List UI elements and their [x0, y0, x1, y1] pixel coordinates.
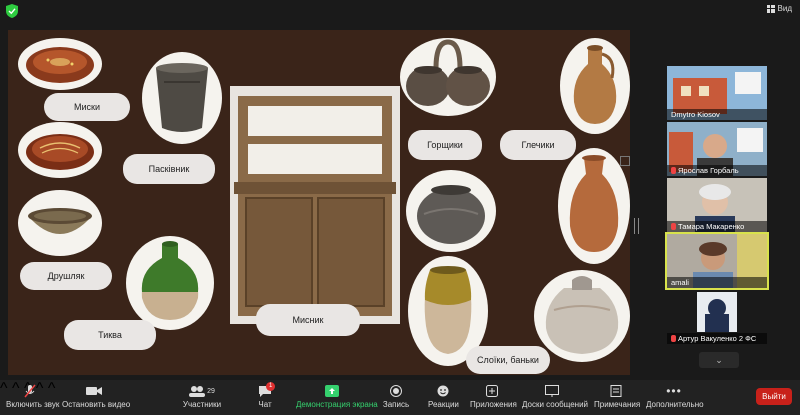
video-camera-icon [86, 387, 102, 395]
label-pots: Горщики [408, 130, 482, 160]
muted-mic-icon [671, 167, 676, 174]
participant-name: Ярослав Горбаль [667, 165, 767, 176]
grid-icon [766, 4, 775, 13]
chat-label: Чат [258, 400, 272, 409]
unmute-button[interactable]: Включить звук [6, 382, 60, 410]
participant-tile[interactable]: Ярослав Горбаль [667, 122, 767, 176]
shared-screen: Миски Пасківник Друшляк Тиква Мисник Гор… [0, 22, 660, 380]
bowl-image-2 [18, 122, 102, 178]
reactions-icon [437, 385, 449, 397]
unmute-label: Включить звук [6, 400, 60, 409]
label-gourd: Тиква [64, 320, 156, 350]
bowl-image-1 [18, 38, 102, 90]
participant-name: Dmytro Kiosov [667, 109, 767, 120]
muted-mic-icon [24, 384, 36, 398]
participant-name-text: Артур Вакуленко 2 ФС [678, 334, 757, 343]
apps-button[interactable]: Приложения [470, 382, 517, 410]
label-jugs: Глечики [500, 130, 576, 160]
record-button[interactable]: Запись [382, 382, 410, 410]
jug-image-1 [560, 38, 630, 134]
label-bowls: Миски [44, 93, 130, 121]
participant-tile-active-speaker[interactable]: amali [665, 232, 769, 290]
gallery-next-button[interactable]: ⌄ [699, 352, 739, 368]
resize-handle[interactable] [634, 218, 639, 234]
label-colander: Друшляк [20, 262, 112, 290]
muted-mic-icon [671, 223, 676, 230]
participant-tile[interactable]: Артур Вакуленко 2 ФС [667, 290, 767, 344]
apps-label: Приложения [470, 400, 517, 409]
meeting-toolbar: Включить звук ^ Остановить видео ^ 29 Уч… [0, 380, 800, 415]
record-icon [390, 385, 402, 397]
paskivnyk-image [142, 52, 222, 144]
view-label: Вид [777, 4, 792, 13]
muted-mic-icon [671, 335, 676, 342]
more-label: Дополнительно [646, 400, 704, 409]
reactions-button[interactable]: Реакции [428, 382, 459, 410]
participant-tile[interactable]: Dmytro Kiosov [667, 66, 767, 120]
gourd-image [126, 236, 214, 330]
pot-image-2 [406, 170, 496, 252]
stop-video-label: Остановить видео [62, 400, 131, 409]
participant-name-text: Ярослав Горбаль [678, 166, 739, 175]
label-jars: Слоїки, баньки [466, 346, 550, 374]
participant-name: Тамара Макаренко [667, 221, 767, 232]
participant-name-text: Тамара Макаренко [678, 222, 745, 231]
participants-button[interactable]: 29 Участники [180, 382, 224, 410]
participants-count: 29 [207, 387, 215, 395]
jar-image-2 [534, 270, 630, 362]
shield-icon[interactable] [6, 4, 18, 18]
record-label: Запись [382, 400, 410, 409]
reactions-label: Реакции [428, 400, 459, 409]
notes-button[interactable]: Примечания [594, 382, 641, 410]
label-paskivnyk: Пасківник [123, 154, 215, 184]
participant-tile[interactable]: Тамара Макаренко [667, 178, 767, 232]
more-icon: ••• [666, 384, 682, 398]
expand-icon[interactable] [620, 156, 630, 166]
cupboard-image [230, 86, 400, 324]
share-screen-button[interactable]: Демонстрация экрана [296, 382, 378, 410]
participants-icon [189, 386, 206, 397]
participant-name: Артур Вакуленко 2 ФС [667, 333, 767, 344]
share-screen-label: Демонстрация экрана [296, 400, 378, 409]
presentation-slide: Миски Пасківник Друшляк Тиква Мисник Гор… [8, 30, 630, 375]
pots-image [400, 38, 496, 116]
label-cupboard: Мисник [256, 304, 360, 336]
whiteboards-button[interactable]: Доски сообщений [522, 382, 589, 410]
notes-label: Примечания [594, 400, 641, 409]
view-button[interactable]: Вид [766, 4, 792, 13]
whiteboard-icon [545, 385, 559, 397]
participants-label: Участники [182, 400, 222, 409]
chevron-down-icon: ⌄ [715, 354, 723, 365]
notes-icon [610, 385, 622, 397]
more-button[interactable]: ••• Дополнительно [646, 382, 704, 410]
colander-image [18, 190, 102, 256]
leave-button[interactable]: Выйти [756, 388, 792, 405]
whiteboards-label: Доски сообщений [522, 400, 589, 409]
stop-video-button[interactable]: Остановить видео [62, 382, 131, 410]
apps-icon [486, 385, 498, 397]
participant-name: amali [667, 277, 767, 288]
top-bar: Вид [0, 0, 800, 22]
share-screen-icon [325, 385, 339, 397]
